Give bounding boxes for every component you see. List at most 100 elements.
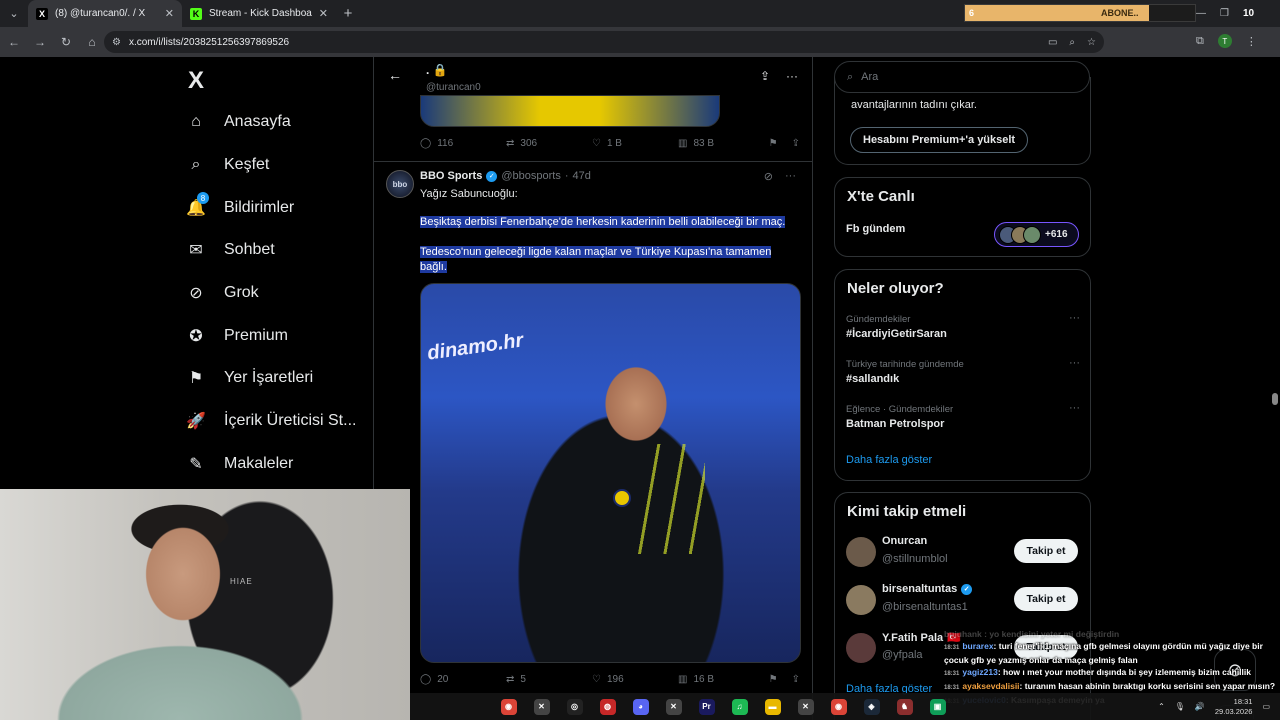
app-taskbar-icon-4[interactable]: ✕ — [789, 698, 822, 715]
sidebar-item-article[interactable]: ✎ Makaleler — [186, 449, 293, 479]
sidebar-item-rocket[interactable]: 🚀 İçerik Üreticisi St... — [186, 406, 356, 436]
tweet-author-name[interactable]: BBO Sports — [420, 170, 482, 182]
forward-arrow-icon[interactable]: → — [28, 35, 52, 49]
minimize-button[interactable]: — — [1196, 8, 1206, 19]
trends-show-more-link[interactable]: Daha fazla göster — [846, 454, 932, 466]
extensions-icon[interactable]: ⧉ — [1196, 35, 1204, 48]
discord-taskbar-icon[interactable]: ◕ — [624, 698, 657, 715]
bookmark-icon[interactable]: ⚑ — [769, 138, 778, 149]
list-title: . 🔒 — [426, 63, 448, 77]
like-button[interactable]: ♡ 196 — [592, 674, 678, 685]
sidebar-item-home[interactable]: ⌂ Anasayfa — [186, 107, 291, 137]
close-icon[interactable]: ✕ — [165, 7, 174, 20]
tab-kick[interactable]: K Stream - Kick Dashboard ✕ — [182, 0, 336, 27]
trend-name[interactable]: Batman Petrolspor — [846, 418, 944, 430]
sidebar-item-bookmark[interactable]: ⚑ Yer İşaretleri — [186, 363, 313, 393]
app-taskbar-icon-1[interactable]: ✕ — [525, 698, 558, 715]
volume-icon[interactable]: 🔊 — [1195, 702, 1205, 711]
follow-button[interactable]: Takip et — [1014, 587, 1078, 611]
repost-button[interactable]: ⇄ 5 — [506, 674, 592, 685]
app-taskbar-icon-2[interactable]: ◍ — [591, 698, 624, 715]
trend-category: Türkiye tarihinde gündemde — [846, 359, 964, 370]
x-logo-icon[interactable]: X — [188, 67, 204, 95]
reload-icon[interactable]: ↻ — [54, 35, 78, 49]
more-icon[interactable]: ··· — [786, 69, 798, 83]
menu-kebab-icon[interactable]: ⋮ — [1246, 35, 1257, 48]
upgrade-premium-button[interactable]: Hesabını Premium+'a yükselt — [850, 127, 1029, 153]
live-title: X'te Canlı — [847, 188, 915, 205]
chrome-taskbar-icon[interactable]: ◉ — [492, 698, 525, 715]
chevron-up-icon[interactable]: ⌃ — [1158, 702, 1165, 711]
grok-explain-icon[interactable]: ⊘ — [764, 170, 773, 183]
restore-button[interactable]: ❐ — [1220, 8, 1229, 19]
zoom-icon[interactable]: ⌕ — [1069, 37, 1075, 48]
obs-taskbar-icon[interactable]: ◎ — [558, 698, 591, 715]
more-icon[interactable]: ··· — [785, 170, 796, 183]
steam-taskbar-icon[interactable]: ◈ — [855, 698, 888, 715]
sidebar-item-bell[interactable]: 🔔 8 Bildirimler — [186, 192, 294, 223]
app-taskbar-icon-3[interactable]: ✕ — [657, 698, 690, 715]
trend-name[interactable]: #İcardiyiGetirSaran — [846, 328, 947, 340]
scrollbar-thumb[interactable] — [1272, 393, 1278, 405]
more-icon[interactable]: ··· — [1069, 402, 1080, 414]
chrome-taskbar-icon-2[interactable]: ◉ — [822, 698, 855, 715]
trend-name[interactable]: #sallandık — [846, 373, 899, 385]
sidebar-item-search[interactable]: ⌕ Keşfet — [186, 150, 270, 180]
chat-message: 18:31 burarex: turi fener'ii 1 maçına gfb… — [944, 640, 1280, 654]
reply-button[interactable]: ◯ 20 — [420, 674, 506, 685]
sidebar-item-premium[interactable]: ✪ Premium — [186, 321, 288, 351]
repost-button[interactable]: ⇄ 306 — [506, 138, 592, 149]
repost-count: 5 — [520, 674, 526, 685]
suggested-user-handle[interactable]: @birsenaltuntas1 — [882, 601, 968, 613]
notification-icon[interactable]: ▭ — [1262, 702, 1270, 711]
like-button[interactable]: ♡ 1 B — [592, 138, 678, 149]
tab-x[interactable]: X (8) @turancan0/. / X ✕ — [28, 0, 182, 27]
views-button[interactable]: ▥ 16 B — [678, 674, 764, 685]
spotify-taskbar-icon[interactable]: ♫ — [723, 698, 756, 715]
app-taskbar-icon-5[interactable]: ▣ — [921, 698, 954, 715]
premiere-taskbar-icon[interactable]: Pr — [690, 698, 723, 715]
avatar[interactable] — [846, 633, 876, 663]
who-to-follow-title: Kimi takip etmeli — [847, 503, 967, 520]
avatar[interactable] — [846, 585, 876, 615]
sidebar-item-mail[interactable]: ✉ Sohbet — [186, 235, 274, 265]
game-taskbar-icon[interactable]: ♞ — [888, 698, 921, 715]
avatar[interactable] — [846, 537, 876, 567]
suggested-user-handle[interactable]: @stillnumblol — [882, 553, 948, 565]
follow-button[interactable]: Takip et — [1014, 539, 1078, 563]
profile-avatar[interactable]: T — [1217, 34, 1232, 48]
share-icon[interactable]: ⇪ — [792, 138, 800, 149]
more-icon[interactable]: ··· — [1069, 357, 1080, 369]
suggested-user-name[interactable]: Onurcan — [882, 535, 927, 547]
views-button[interactable]: ▥ 83 B — [678, 138, 764, 149]
suggested-user-handle[interactable]: @yfpala — [882, 649, 923, 661]
back-arrow-icon[interactable]: ← — [2, 35, 26, 49]
bookmark-icon[interactable]: ⚑ — [769, 674, 778, 685]
back-arrow-icon[interactable]: ← — [388, 67, 402, 83]
close-icon[interactable]: ✕ — [319, 7, 328, 20]
close-window-button[interactable]: 10 — [1243, 8, 1254, 19]
share-icon[interactable]: ⇪ — [792, 674, 800, 685]
home-icon[interactable]: ⌂ — [80, 35, 104, 49]
tab-search-icon[interactable]: ⌄ — [0, 0, 28, 27]
clock[interactable]: 18:31 29.03.2026 — [1215, 697, 1253, 717]
sidebar-item-grok[interactable]: ⊘ Grok — [186, 278, 258, 308]
more-icon[interactable]: ··· — [1069, 312, 1080, 324]
star-icon[interactable]: ☆ — [1087, 37, 1096, 48]
new-tab-button[interactable]: + — [336, 5, 360, 22]
folder-taskbar-icon[interactable]: ▬ — [756, 698, 789, 715]
suggested-user-name[interactable]: birsenaltuntas ✓ — [882, 583, 973, 595]
live-listeners-pill[interactable]: +616 — [994, 222, 1079, 247]
tweet-photo[interactable]: dinamo.hr — [420, 283, 801, 663]
share-icon[interactable]: ⇪ — [760, 69, 770, 83]
mic-icon[interactable]: 🎙 — [1175, 702, 1185, 711]
url-bar[interactable]: ⚙ x.com/i/lists/2038251256397869526 ▭ ⌕ … — [104, 31, 1104, 53]
tweet-avatar[interactable]: bbo — [386, 170, 414, 198]
site-info-icon[interactable]: ⚙ — [112, 37, 121, 48]
cast-icon[interactable]: ▭ — [1048, 37, 1057, 48]
live-space-name[interactable]: Fb gündem — [846, 223, 905, 235]
tweet-time[interactable]: 47d — [573, 170, 591, 182]
previous-tweet-image[interactable] — [420, 95, 720, 127]
reply-button[interactable]: ◯ 116 — [420, 138, 506, 149]
tweet-author-handle[interactable]: @bbosports — [501, 170, 560, 182]
